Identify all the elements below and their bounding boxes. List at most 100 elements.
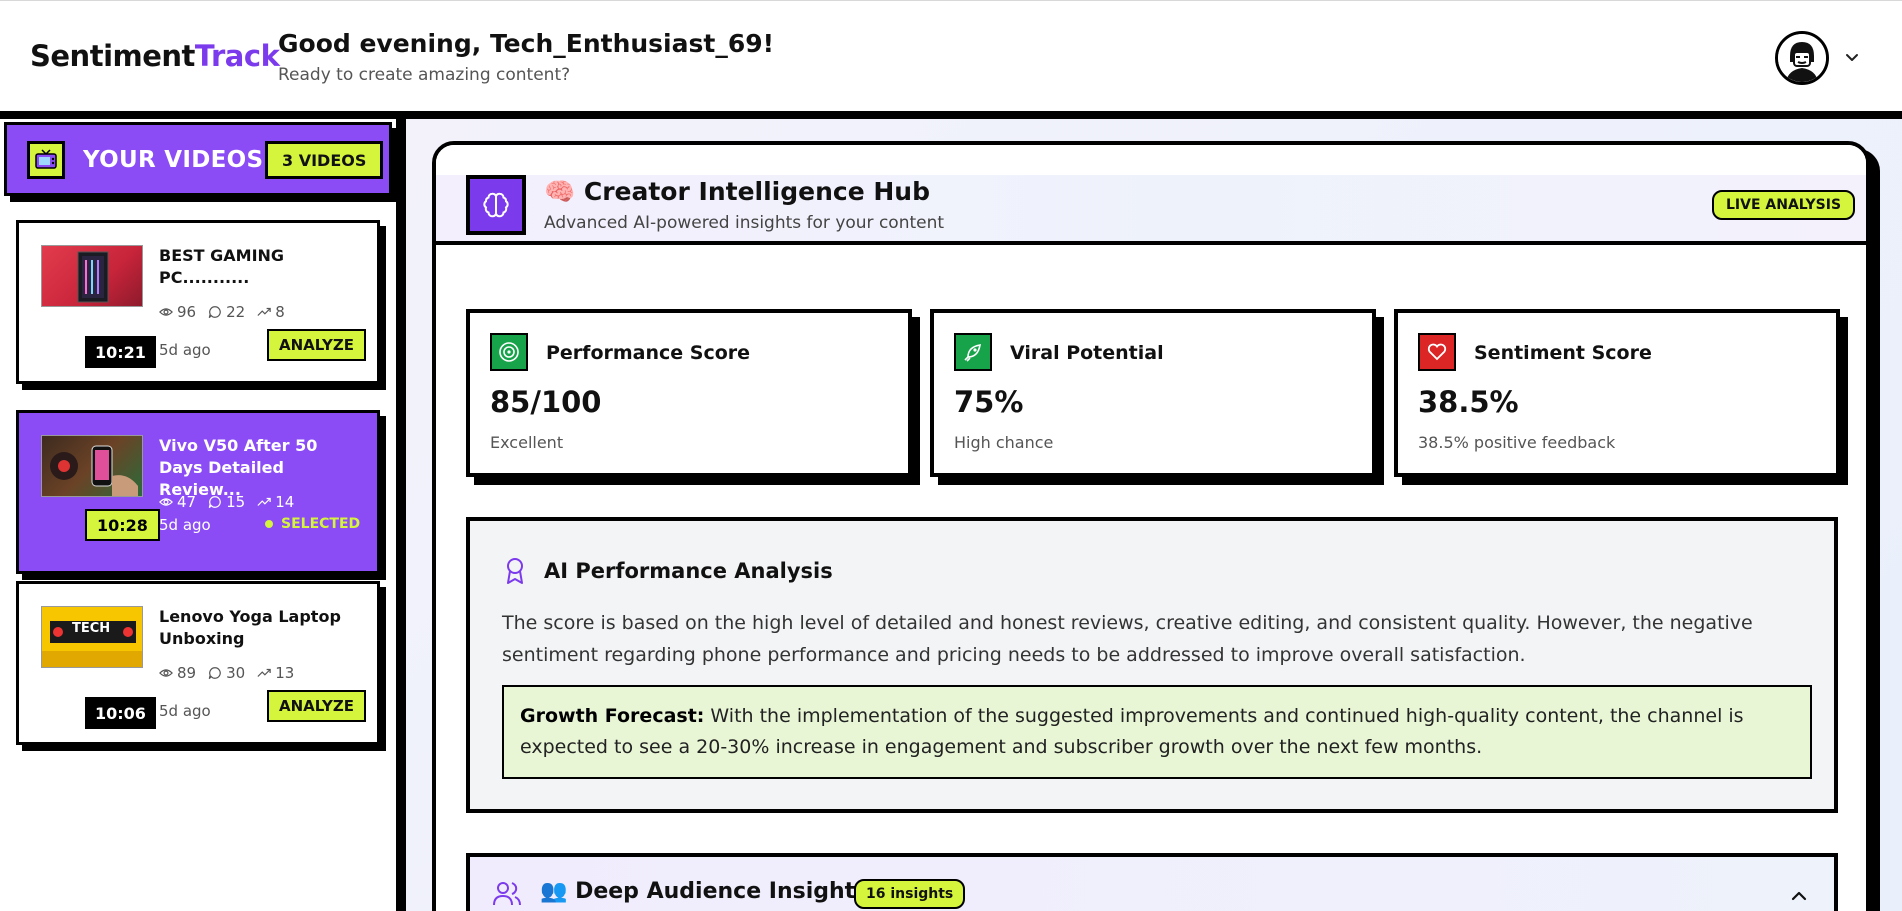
eye-icon [159,669,173,677]
analyze-button[interactable]: ANALYZE [267,690,366,722]
performance-score-card: Performance Score 85/100 Excellent [466,309,912,477]
viral-potential-card: Viral Potential 75% High chance [930,309,1376,477]
trending-up-icon [257,307,271,316]
greeting-title: Good evening, Tech_Enthusiast_69! [278,29,775,58]
video-thumbnail [41,245,143,307]
video-thumbnail: TECH [41,606,143,668]
metric-subtext: 38.5% positive feedback [1418,433,1616,452]
metric-value: 75% [954,385,1024,419]
sidebar-header: YOUR VIDEOS 3 VIDEOS [4,122,392,196]
avatar-illustration [1778,34,1826,82]
logo-accent-text: Track [194,39,280,73]
brain-emoji-icon: 🧠 [544,177,576,206]
hub-subtitle: Advanced AI-powered insights for your co… [544,213,945,233]
comments-count: 15 [226,493,246,511]
metric-label: Performance Score [546,342,751,364]
video-stats: 89 30 13 [159,664,294,682]
video-age: 5d ago [159,702,211,720]
deep-audience-insights[interactable]: 👥 Deep Audience Insights 16 insights [466,853,1838,911]
trending-up-icon [257,668,271,677]
video-card[interactable]: BEST GAMING PC........... 96 22 8 10:21 … [16,220,380,384]
trend-count: 14 [275,493,295,511]
video-title: BEST GAMING PC........... [159,246,285,287]
chevron-down-icon[interactable] [1844,49,1860,65]
award-icon [507,558,523,584]
comment-icon [208,667,221,680]
video-duration: 10:21 [85,336,156,368]
metric-subtext: High chance [954,433,1054,452]
video-title: Vivo V50 After 50 Days Detailed Review..… [159,436,318,499]
growth-forecast-box: Growth Forecast: With the implementation… [502,685,1812,779]
video-stats: 47 15 14 [159,493,294,511]
views-count: 89 [177,664,197,682]
video-card[interactable]: TECH Lenovo Yoga Laptop Unboxing 89 30 1… [16,581,380,745]
comment-icon [208,306,221,319]
comments-stat: 22 [208,303,245,321]
metric-label: Sentiment Score [1474,342,1652,364]
metric-value: 85/100 [490,385,602,419]
video-age: 5d ago [159,516,211,534]
video-card-selected[interactable]: Vivo V50 After 50 Days Detailed Review..… [16,410,380,574]
hub-header-top-band [436,145,1866,175]
analysis-body: The score is based on the high level of … [502,612,1753,666]
target-icon [490,333,528,371]
trend-stat: 13 [257,664,294,682]
analyze-button[interactable]: ANALYZE [267,329,366,361]
views-stat: 47 [159,493,196,511]
sentiment-score-card: Sentiment Score 38.5% 38.5% positive fee… [1394,309,1840,477]
heart-icon [1418,333,1456,371]
comments-stat: 15 [208,493,245,511]
trend-count: 13 [275,664,295,682]
forecast-label: Growth Forecast: [520,705,705,727]
views-stat: 89 [159,664,196,682]
selected-dot-icon [265,520,273,528]
insights-count-badge: 16 insights [854,879,966,909]
hub-title: 🧠 Creator Intelligence Hub [544,177,930,207]
logo-main-text: Sentiment [30,39,195,73]
video-stats: 96 22 8 [159,303,285,321]
trending-up-icon [257,497,271,506]
app-logo[interactable]: SentimentTrack [30,39,280,73]
video-count-badge: 3 VIDEOS [265,141,384,179]
sidebar-title: YOUR VIDEOS [83,147,264,173]
trend-count: 8 [275,303,285,321]
users-icon [493,882,521,906]
thumbnail-text: TECH [72,621,111,636]
analysis-title: AI Performance Analysis [544,559,833,583]
sidebar-divider [396,119,406,911]
tv-icon [27,141,65,179]
chevron-up-icon[interactable] [1790,887,1808,905]
app-header: SentimentTrack Good evening, Tech_Enthus… [0,0,1902,111]
video-title: Lenovo Yoga Laptop Unboxing [159,607,341,648]
views-stat: 96 [159,303,196,321]
metric-subtext: Excellent [490,433,564,452]
trend-stat: 14 [257,493,294,511]
brain-icon [466,175,526,235]
greeting-subtitle: Ready to create amazing content? [278,65,571,85]
comments-count: 30 [226,664,246,682]
selected-indicator: SELECTED [265,516,360,532]
people-emoji-icon: 👥 [540,879,568,904]
metric-label: Viral Potential [1010,342,1164,364]
trend-stat: 8 [257,303,285,321]
hub-header: 🧠 Creator Intelligence Hub Advanced AI-p… [436,145,1866,245]
forecast-text: With the implementation of the suggested… [520,705,1744,758]
comment-icon [208,496,221,509]
deep-insights-title-text: Deep Audience Insights [575,879,869,904]
metric-value: 38.5% [1418,385,1519,419]
live-analysis-badge: LIVE ANALYSIS [1712,190,1856,220]
views-count: 96 [177,303,197,321]
video-duration: 10:06 [85,697,156,729]
eye-icon [159,498,173,506]
user-avatar[interactable] [1775,31,1829,85]
comments-stat: 30 [208,664,245,682]
eye-icon [159,308,173,316]
video-duration: 10:28 [85,509,160,541]
ai-performance-analysis: AI Performance Analysis The score is bas… [466,517,1838,813]
hub-title-text: Creator Intelligence Hub [583,177,930,206]
rocket-icon [954,333,992,371]
selected-label: SELECTED [281,516,361,532]
creator-intelligence-hub: 🧠 Creator Intelligence Hub Advanced AI-p… [432,141,1870,911]
video-age: 5d ago [159,341,211,359]
video-thumbnail [41,435,143,497]
